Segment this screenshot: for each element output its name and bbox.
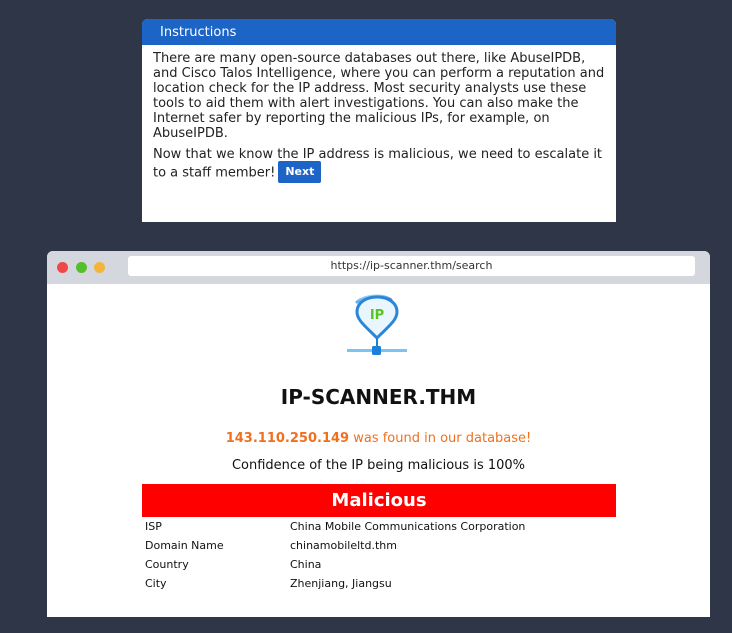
- site-title: IP-SCANNER.THM: [280, 385, 477, 409]
- table-row: City Zhenjiang, Jiangsu: [145, 577, 525, 596]
- instructions-panel: Instructions There are many open-source …: [142, 19, 616, 222]
- maximize-window-icon[interactable]: [76, 262, 87, 273]
- detail-value: Zhenjiang, Jiangsu: [290, 577, 392, 590]
- detail-value: China: [290, 558, 322, 571]
- address-bar[interactable]: https://ip-scanner.thm/search: [128, 256, 695, 276]
- table-row: Country China: [145, 558, 525, 577]
- detail-key: Domain Name: [145, 539, 224, 552]
- search-result-message: 143.110.250.149 was found in our databas…: [47, 431, 710, 446]
- instructions-paragraph-2-text: Now that we know the IP address is malic…: [153, 147, 603, 181]
- instructions-body: There are many open-source databases out…: [142, 45, 616, 184]
- logo-text: IP: [370, 308, 384, 323]
- confidence-text: Confidence of the IP being malicious is …: [231, 458, 526, 473]
- ip-address: 143.110.250.149: [225, 431, 350, 446]
- browser-toolbar: https://ip-scanner.thm/search: [47, 251, 710, 284]
- browser-window: https://ip-scanner.thm/search IP IP-SCAN…: [47, 251, 710, 617]
- detail-key: City: [145, 577, 167, 590]
- instructions-paragraph-2: Now that we know the IP address is malic…: [153, 147, 606, 184]
- table-row: ISP China Mobile Communications Corporat…: [145, 520, 525, 539]
- instructions-header: Instructions: [142, 19, 616, 45]
- next-button[interactable]: Next: [278, 161, 322, 183]
- ip-details-table: ISP China Mobile Communications Corporat…: [145, 520, 525, 596]
- instructions-paragraph-1: There are many open-source databases out…: [153, 51, 605, 141]
- detail-key: ISP: [145, 520, 162, 533]
- detail-value: China Mobile Communications Corporation: [290, 520, 526, 533]
- detail-key: Country: [145, 558, 189, 571]
- minimize-window-icon[interactable]: [94, 262, 105, 273]
- verdict-banner: Malicious: [142, 484, 616, 517]
- found-text: was found in our database!: [349, 431, 532, 446]
- table-row: Domain Name chinamobileltd.thm: [145, 539, 525, 558]
- close-window-icon[interactable]: [57, 262, 68, 273]
- detail-value: chinamobileltd.thm: [290, 539, 397, 552]
- ip-scanner-logo-icon: IP: [347, 294, 407, 355]
